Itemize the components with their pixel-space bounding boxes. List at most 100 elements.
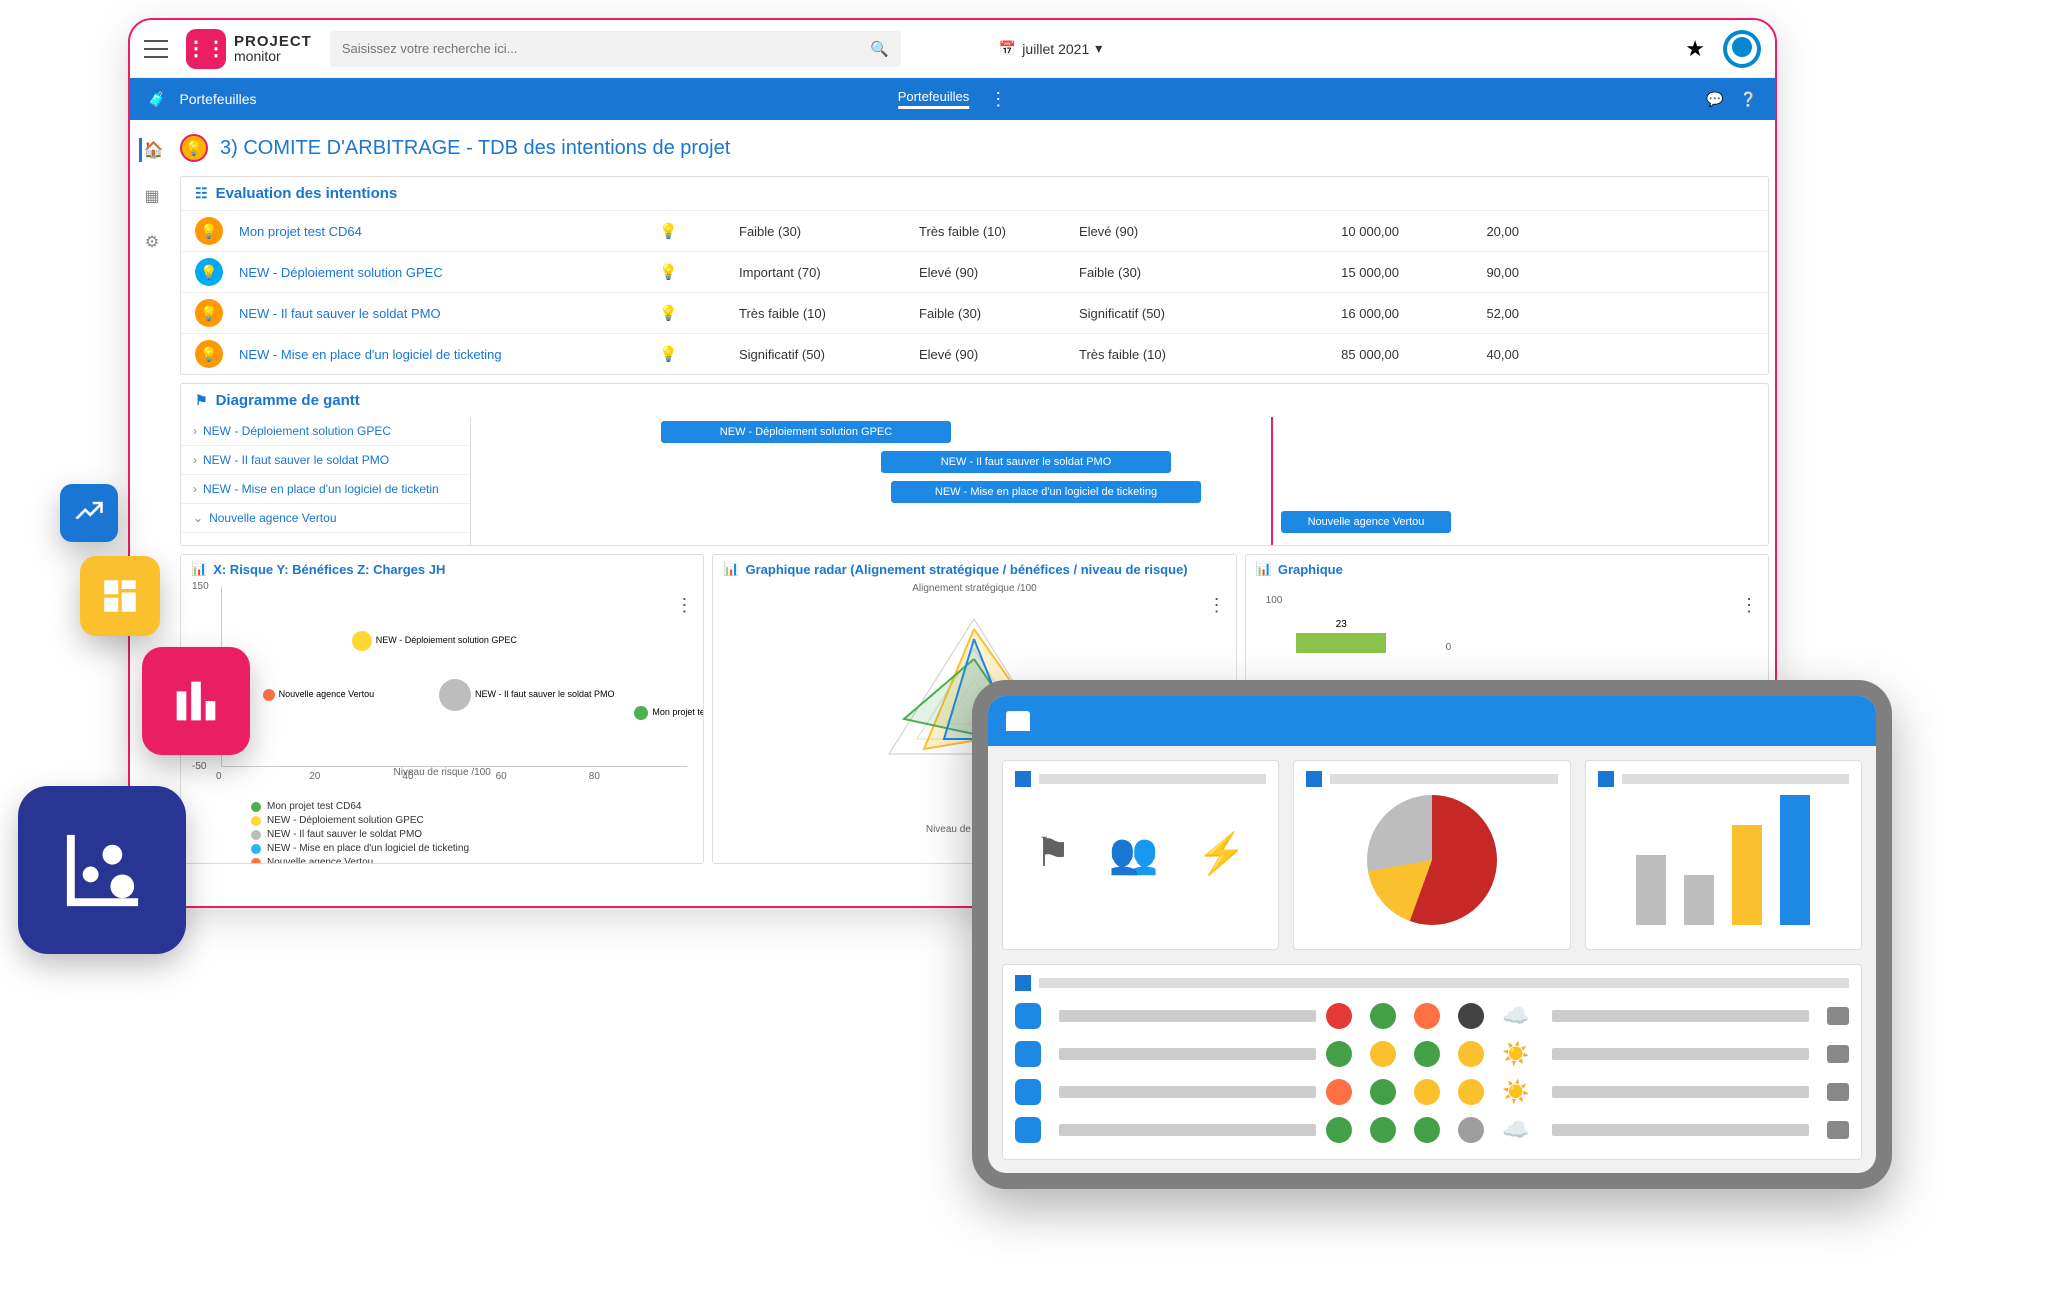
gantt-row-label[interactable]: NEW - Déploiement solution GPEC — [181, 417, 470, 446]
help-icon[interactable]: ❔ — [1740, 91, 1757, 108]
bar — [1684, 875, 1714, 925]
d2-topbar — [988, 696, 1876, 746]
status-chip — [1326, 1003, 1352, 1029]
logo-mark-icon: ⋮⋮ — [186, 29, 226, 69]
list-item[interactable]: ☁️ — [1015, 997, 1849, 1035]
radar-title: Graphique radar (Alignement stratégique … — [746, 562, 1188, 577]
panel-evaluation: ☷Evaluation des intentions 💡 Mon projet … — [180, 176, 1769, 375]
bar-ytick: 100 — [1266, 595, 1283, 606]
page-title: 3) COMITE D'ARBITRAGE - TDB des intentio… — [220, 137, 730, 160]
gantt-bar[interactable]: Nouvelle agence Vertou — [1281, 511, 1451, 533]
date-label: juillet 2021 — [1022, 41, 1089, 57]
item-icon — [1015, 1003, 1041, 1029]
list-item[interactable]: ☀️ — [1015, 1035, 1849, 1073]
user-avatar[interactable] — [1723, 30, 1761, 68]
gantt-row-label[interactable]: NEW - Il faut sauver le soldat PMO — [181, 446, 470, 475]
pie-chart — [1367, 795, 1497, 925]
rail-settings-icon[interactable]: ⚙ — [140, 230, 164, 254]
eval-row[interactable]: 💡 NEW - Déploiement solution GPEC 💡 Impo… — [181, 251, 1768, 292]
status-chip — [1326, 1117, 1352, 1143]
comment-icon[interactable] — [1827, 1045, 1849, 1063]
status-chip — [1458, 1117, 1484, 1143]
tile-dashboard-icon — [80, 556, 160, 636]
favorite-icon[interactable]: ★ — [1685, 36, 1705, 62]
d2-list-card: ☁️ ☀️ ☀️ ☁️ — [1002, 964, 1862, 1160]
search-box[interactable]: 🔍 — [330, 31, 901, 67]
weather-icon: ☀️ — [1502, 1041, 1542, 1067]
comment-icon[interactable] — [1827, 1007, 1849, 1025]
row-avatar-icon: 💡 — [195, 258, 223, 286]
comment-icon[interactable] — [1827, 1083, 1849, 1101]
calendar-icon: 📅 — [999, 40, 1016, 57]
scatter-point[interactable] — [263, 689, 275, 701]
gantt-row-label[interactable]: NEW - Mise en place d'un logiciel de tic… — [181, 475, 470, 504]
d2-card-icons: ⚑ 👥 ⚡ — [1002, 760, 1279, 950]
scatter-plot: -5050150020406080NEW - Déploiement solut… — [221, 587, 687, 767]
project-name[interactable]: Mon projet test CD64 — [239, 224, 659, 239]
search-icon[interactable]: 🔍 — [870, 40, 889, 58]
tab-portefeuilles[interactable]: Portefeuilles — [898, 89, 970, 109]
bar — [1732, 825, 1762, 925]
status-chip — [1414, 1041, 1440, 1067]
chart-icon — [1306, 771, 1322, 787]
gantt-bar[interactable]: NEW - Mise en place d'un logiciel de tic… — [891, 481, 1201, 503]
status-chip — [1370, 1041, 1396, 1067]
page-title-row: 💡 3) COMITE D'ARBITRAGE - TDB des intent… — [130, 120, 1775, 176]
gantt-bar[interactable]: NEW - Il faut sauver le soldat PMO — [881, 451, 1171, 473]
gantt-bar[interactable]: NEW - Déploiement solution GPEC — [661, 421, 951, 443]
list-item[interactable]: ☁️ — [1015, 1111, 1849, 1149]
project-name[interactable]: NEW - Déploiement solution GPEC — [239, 265, 659, 280]
panel-gantt-title: Diagramme de gantt — [216, 392, 360, 409]
bulb-icon: 💡 — [659, 345, 739, 363]
status-chip — [1458, 1003, 1484, 1029]
rail-grid-icon[interactable]: ▦ — [140, 184, 164, 208]
more-icon[interactable]: ⋮ — [989, 89, 1007, 110]
people-icon: 👥 — [1109, 830, 1159, 877]
date-picker[interactable]: 📅 juillet 2021 ▾ — [999, 40, 1102, 57]
status-chip — [1458, 1079, 1484, 1105]
left-rail: 🏠 ▦ ⚙ — [130, 120, 174, 254]
section-title: Portefeuilles — [179, 91, 256, 107]
row-avatar-icon: 💡 — [195, 299, 223, 327]
list-icon: ☷ — [195, 185, 208, 202]
project-name[interactable]: NEW - Il faut sauver le soldat PMO — [239, 306, 659, 321]
grid-icon — [1015, 975, 1031, 991]
bulb-icon: 💡 — [659, 304, 739, 322]
row-avatar-icon: 💡 — [195, 340, 223, 368]
eval-row[interactable]: 💡 NEW - Mise en place d'un logiciel de t… — [181, 333, 1768, 374]
project-name[interactable]: NEW - Mise en place d'un logiciel de tic… — [239, 347, 659, 362]
search-input[interactable] — [342, 41, 870, 56]
menu-icon[interactable] — [144, 40, 168, 58]
bar-title: Graphique — [1278, 562, 1343, 577]
device-preview: ⚑ 👥 ⚡ ☁️ ☀️ — [972, 680, 1892, 1189]
grid-icon — [1015, 771, 1031, 787]
item-icon — [1015, 1117, 1041, 1143]
section-bar: Portefeuilles Portefeuilles ⋮ 💬 ❔ — [130, 78, 1775, 120]
briefcase-icon — [1006, 711, 1030, 731]
chat-icon[interactable]: 💬 — [1706, 91, 1723, 108]
rail-home-icon[interactable]: 🏠 — [139, 138, 163, 162]
scatter-point[interactable] — [352, 631, 372, 651]
d2-card-bars — [1585, 760, 1862, 950]
eval-row[interactable]: 💡 Mon projet test CD64 💡 Faible (30)Très… — [181, 210, 1768, 251]
brand-name-2: monitor — [234, 49, 312, 63]
chart-menu-icon[interactable]: ⋮ — [1740, 595, 1758, 616]
status-chip — [1326, 1041, 1352, 1067]
bar — [1636, 855, 1666, 925]
scatter-point[interactable] — [439, 679, 471, 711]
scatter-point[interactable] — [634, 706, 648, 720]
row-avatar-icon: 💡 — [195, 217, 223, 245]
comment-icon[interactable] — [1827, 1121, 1849, 1139]
gantt-row-label[interactable]: Nouvelle agence Vertou — [181, 504, 470, 533]
chart-icon: 📊 — [191, 561, 207, 577]
status-chip — [1370, 1117, 1396, 1143]
eval-row[interactable]: 💡 NEW - Il faut sauver le soldat PMO 💡 T… — [181, 292, 1768, 333]
list-item[interactable]: ☀️ — [1015, 1073, 1849, 1111]
weather-icon: ☁️ — [1502, 1003, 1542, 1029]
status-chip — [1414, 1079, 1440, 1105]
status-chip — [1458, 1041, 1484, 1067]
scatter-legend: Mon projet test CD64NEW - Déploiement so… — [251, 800, 693, 864]
flag-icon: ⚑ — [195, 392, 208, 409]
chart-icon — [1598, 771, 1614, 787]
panel-gantt: ⚑ Diagramme de gantt NEW - Déploiement so… — [180, 383, 1769, 546]
